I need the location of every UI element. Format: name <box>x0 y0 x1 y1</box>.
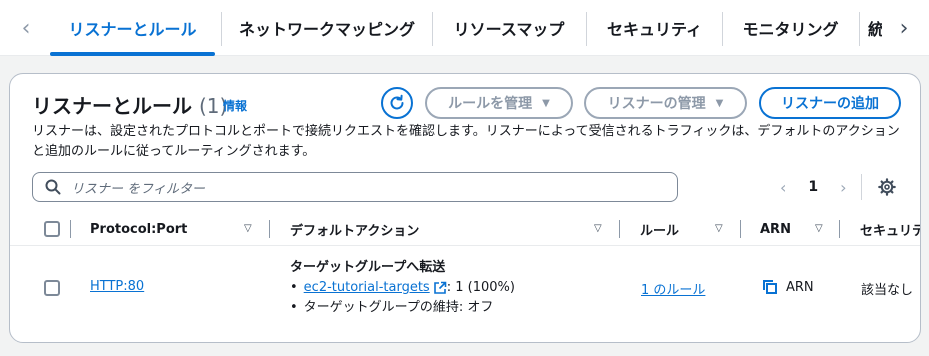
column-header-arn[interactable]: ARN <box>760 212 800 246</box>
info-link[interactable]: 情報 <box>223 97 247 114</box>
manage-rules-label: ルールを管理 <box>448 96 533 112</box>
listener-filter-input[interactable]: リスナー をフィルター <box>32 172 678 202</box>
tab-listeners-and-rules[interactable]: リスナーとルール <box>50 0 215 56</box>
listeners-panel: リスナーとルール (1) 情報 ルールを管理 ▼ リスナーの管理 ▼ リスナーの… <box>9 73 921 343</box>
default-action-cell: ターゲットグループへ転送 ec2-tutorial-targets : 1 (1… <box>290 258 515 318</box>
tabs-scroll-right-icon[interactable]: › <box>884 0 924 56</box>
column-header-security[interactable]: セキュリティ <box>860 212 920 246</box>
panel-description: リスナーは、設定されたプロトコルとポートで接続リクエストを確認します。リスナーに… <box>32 124 900 159</box>
add-listener-button[interactable]: リスナーの追加 <box>759 87 901 119</box>
target-group-item: ec2-tutorial-targets : 1 (100%) <box>290 278 515 298</box>
manage-listeners-button[interactable]: リスナーの管理 ▼ <box>584 87 747 119</box>
tab-resource-map[interactable]: リソースマップ <box>433 0 585 56</box>
caret-down-icon: ▼ <box>542 97 550 109</box>
tab-monitoring[interactable]: モニタリング <box>723 0 858 56</box>
security-value: 該当なし <box>861 283 914 298</box>
column-header-default-action[interactable]: デフォルトアクション <box>290 212 490 246</box>
tab-integrations[interactable]: 統 <box>868 0 882 56</box>
column-header-protocol-port[interactable]: Protocol:Port <box>90 212 230 246</box>
column-header-label: Protocol:Port <box>90 221 188 237</box>
panel-title: リスナーとルール (1) <box>32 90 227 119</box>
caret-down-icon: ▼ <box>715 97 724 109</box>
add-listener-label: リスナーの追加 <box>781 96 879 112</box>
pagination-divider <box>861 174 862 200</box>
sort-caret-icon[interactable]: ▽ <box>594 223 602 234</box>
manage-rules-button[interactable]: ルールを管理 ▼ <box>425 87 573 119</box>
column-header-label: ARN <box>760 221 791 237</box>
stickiness-item: ターゲットグループの維持: オフ <box>290 298 515 318</box>
tabs-scroll-left-icon[interactable]: ‹ <box>6 0 46 56</box>
column-divider <box>839 220 840 238</box>
external-link-icon[interactable] <box>433 281 447 295</box>
sort-caret-icon[interactable]: ▽ <box>244 223 252 234</box>
column-header-label: セキュリティ <box>860 223 920 239</box>
tab-label: ネットワークマッピング <box>238 20 415 39</box>
stickiness-text: ターゲットグループの維持: オフ <box>303 300 494 315</box>
previous-page-icon[interactable]: ‹ <box>780 178 786 197</box>
select-all-checkbox[interactable] <box>44 221 60 237</box>
column-header-label: ルール <box>640 223 680 239</box>
action-title: ターゲットグループへ転送 <box>290 260 446 275</box>
table-header: Protocol:Port ▽ デフォルトアクション ▽ ルール ▽ ARN ▽… <box>10 212 920 246</box>
tab-network-mapping[interactable]: ネットワークマッピング <box>222 0 432 56</box>
column-divider <box>619 220 620 238</box>
copy-icon <box>763 280 777 294</box>
sort-caret-icon[interactable]: ▽ <box>715 223 723 234</box>
listener-protocol-port-link[interactable]: HTTP:80 <box>90 279 144 294</box>
tab-label: セキュリティ <box>606 20 703 39</box>
refresh-icon <box>390 94 404 110</box>
next-page-icon[interactable]: › <box>840 178 846 197</box>
target-group-link[interactable]: ec2-tutorial-targets <box>304 278 430 298</box>
panel-title-text: リスナーとルール <box>32 94 192 118</box>
tab-bar: ‹ リスナーとルール ネットワークマッピング リソースマップ セキュリティ モニ… <box>0 0 929 56</box>
tab-label: リスナーとルール <box>68 20 197 39</box>
current-page-number[interactable]: 1 <box>808 179 818 195</box>
refresh-button[interactable] <box>381 87 413 119</box>
column-header-label: デフォルトアクション <box>290 223 420 239</box>
manage-listeners-label: リスナーの管理 <box>607 96 706 112</box>
copy-arn-button[interactable]: ARN <box>762 279 814 295</box>
search-icon <box>45 179 61 195</box>
tab-label: リソースマップ <box>453 20 565 39</box>
tab-divider <box>859 12 860 46</box>
rules-link[interactable]: 1 のルール <box>641 279 705 298</box>
tab-label: モニタリング <box>742 20 839 39</box>
arn-label: ARN <box>786 279 814 295</box>
column-header-rules[interactable]: ルール <box>640 212 700 246</box>
tab-security[interactable]: セキュリティ <box>587 0 722 56</box>
pagination: ‹ 1 › <box>780 174 847 200</box>
column-divider <box>740 220 741 238</box>
column-divider <box>269 220 270 238</box>
search-placeholder: リスナー をフィルター <box>71 181 205 197</box>
settings-gear-icon[interactable] <box>878 178 896 196</box>
target-group-weight: : 1 (100%) <box>446 280 515 295</box>
tab-label: 統 <box>868 20 882 39</box>
sort-caret-icon[interactable]: ▽ <box>815 223 823 234</box>
column-divider <box>70 220 71 238</box>
row-select-checkbox[interactable] <box>44 280 60 296</box>
